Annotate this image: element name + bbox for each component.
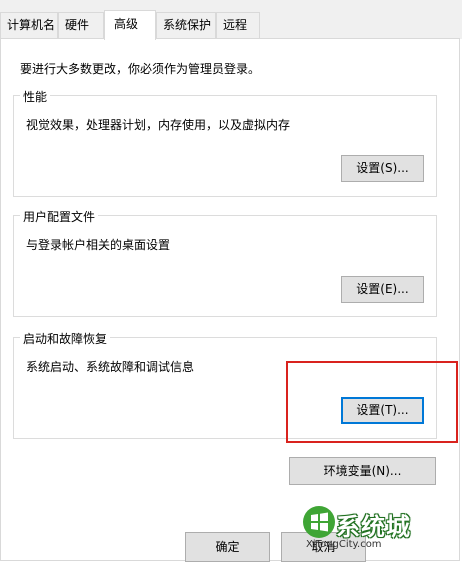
admin-note: 要进行大多数更改，你必须作为管理员登录。: [20, 62, 261, 76]
tab-advanced[interactable]: 高级: [104, 10, 156, 40]
startup-recovery-description: 系统启动、系统故障和调试信息: [26, 360, 195, 374]
ok-button[interactable]: 确定: [185, 532, 270, 562]
cancel-button[interactable]: 取消: [281, 532, 366, 562]
environment-variables-button[interactable]: 环境变量(N)...: [289, 457, 436, 485]
tab-hardware[interactable]: 硬件: [58, 12, 104, 38]
startup-recovery-title: 启动和故障恢复: [20, 330, 111, 347]
startup-recovery-settings-button[interactable]: 设置(T)...: [341, 397, 424, 424]
tab-remote[interactable]: 远程: [216, 12, 260, 38]
tab-computer-name[interactable]: 计算机名: [0, 12, 58, 38]
user-profiles-settings-button[interactable]: 设置(E)...: [341, 276, 424, 303]
performance-description: 视觉效果，处理器计划，内存使用，以及虚拟内存: [26, 118, 291, 132]
tab-bar: 计算机名 硬件 高级 系统保护 远程: [0, 0, 462, 40]
user-profiles-title: 用户配置文件: [20, 208, 99, 225]
tab-system-protection[interactable]: 系统保护: [156, 12, 216, 38]
performance-title: 性能: [20, 88, 51, 105]
performance-settings-button[interactable]: 设置(S)...: [341, 155, 424, 182]
user-profiles-description: 与登录帐户相关的桌面设置: [26, 238, 171, 252]
